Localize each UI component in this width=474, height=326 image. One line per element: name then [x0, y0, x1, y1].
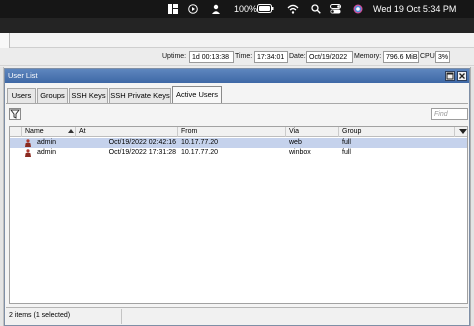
user-icon [25, 149, 31, 157]
column-header-via[interactable]: Via [286, 127, 339, 137]
cell-group: full [342, 139, 351, 146]
battery-percentage: 100% [234, 4, 258, 14]
user-icon[interactable] [211, 4, 221, 14]
date-label: Date: [289, 53, 306, 60]
cell-via: web [289, 139, 302, 146]
cell-from: 10.17.77.20 [181, 139, 218, 146]
cell-at: Oct/19/2022 02:42:16 [108, 139, 176, 146]
tab-ssh-private-keys[interactable]: SSH Private Keys [109, 88, 171, 103]
column-menu-icon[interactable] [459, 129, 467, 134]
column-header-name-label: Name [25, 128, 44, 135]
uptime-value: 1d 00:13:38 [189, 51, 234, 63]
cell-via: winbox [289, 149, 311, 156]
close-icon [459, 73, 465, 79]
window-close-button[interactable] [457, 71, 467, 81]
toolbar-left-tab[interactable] [0, 33, 10, 48]
cell-name: admin [37, 149, 57, 156]
menu-bar: 100% Wed 19 Oct 5:34 PM [0, 0, 474, 18]
user-list-window: User List Users Groups SSH Keys SSH Priv… [4, 68, 470, 326]
wifi-icon[interactable] [287, 4, 299, 14]
active-users-table: Name At From Via Group admin Oct/19/2022… [9, 126, 468, 304]
tab-groups[interactable]: Groups [37, 88, 68, 103]
column-header-group[interactable]: Group [339, 127, 455, 137]
tab-ssh-keys[interactable]: SSH Keys [69, 88, 108, 103]
column-header-from[interactable]: From [178, 127, 286, 137]
cell-at: Oct/19/2022 17:31:28 [108, 149, 176, 156]
status-divider [121, 309, 122, 324]
filter-button[interactable] [9, 108, 21, 120]
cpu-value: 3% [435, 51, 450, 63]
layout-icon[interactable] [168, 4, 178, 14]
tab-active-users[interactable]: Active Users [172, 86, 222, 103]
column-header-at[interactable]: At [76, 127, 178, 137]
user-icon [25, 139, 31, 147]
cell-from: 10.17.77.20 [181, 149, 218, 156]
app-toolbar [0, 33, 474, 48]
cell-name: admin [37, 139, 57, 146]
memory-value: 796.6 MiB [383, 51, 419, 63]
table-row[interactable]: admin Oct/19/2022 17:31:28 10.17.77.20 w… [10, 148, 467, 158]
window-titlebar[interactable]: User List [5, 69, 469, 83]
memory-label: Memory: [354, 53, 382, 60]
colorwheel-icon[interactable] [353, 4, 363, 14]
cell-group: full [342, 149, 351, 156]
menubar-datetime[interactable]: Wed 19 Oct 5:34 PM [373, 0, 456, 18]
uptime-label: Uptime: [162, 53, 187, 60]
column-header-checkbox[interactable] [10, 127, 22, 137]
toggles-icon[interactable] [330, 4, 341, 14]
tab-users[interactable]: Users [7, 88, 36, 103]
battery-icon[interactable] [257, 4, 274, 13]
search-icon[interactable] [311, 4, 321, 14]
window-status-bar: 2 items (1 selected) [6, 307, 468, 325]
items-count: 2 items (1 selected) [9, 312, 71, 319]
find-input[interactable]: Find [431, 108, 468, 120]
system-status-bar: Uptime: 1d 00:13:38 Time: 17:34:01 Date:… [0, 49, 474, 66]
date-value: Oct/19/2022 [306, 51, 353, 63]
column-header-name[interactable]: Name [22, 127, 76, 137]
filter-icon [10, 109, 20, 119]
table-row[interactable]: admin Oct/19/2022 02:42:16 10.17.77.20 w… [10, 138, 467, 148]
time-value: 17:34:01 [254, 51, 288, 63]
app-titlebar [0, 18, 474, 33]
sort-ascending-icon [68, 129, 74, 133]
right-panel-edge [470, 67, 474, 326]
active-users-pane: Find Name At From Via Group admin Oct/19… [6, 103, 468, 306]
time-label: Time: [235, 53, 253, 60]
table-header: Name At From Via Group [10, 127, 467, 137]
window-title: User List [8, 71, 38, 80]
window-maximize-button[interactable] [445, 71, 455, 81]
play-circle-icon[interactable] [188, 4, 198, 14]
maximize-icon [446, 72, 454, 80]
